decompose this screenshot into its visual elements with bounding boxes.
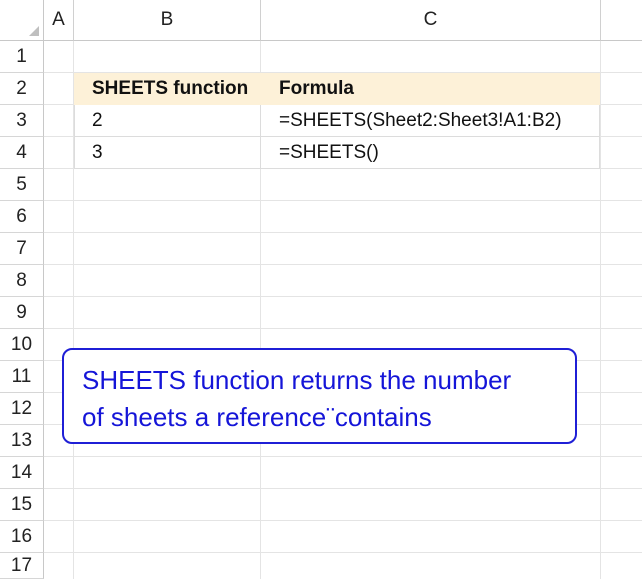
table-border	[599, 105, 600, 169]
row-header-2[interactable]: 2	[0, 73, 44, 105]
table-header-cell-c2[interactable]: Formula	[261, 73, 600, 105]
table-cell-b3[interactable]: 2	[74, 105, 261, 137]
table-border	[74, 105, 75, 169]
row-header-3[interactable]: 3	[0, 105, 44, 137]
row-header-17[interactable]: 17	[0, 553, 44, 579]
grid-line	[44, 264, 642, 265]
column-header-next[interactable]	[601, 0, 642, 41]
callout-line-2: of sheets a reference¨contains	[82, 402, 432, 432]
grid-line	[44, 232, 642, 233]
row-header-12[interactable]: 12	[0, 393, 44, 425]
row-header-13[interactable]: 13	[0, 425, 44, 457]
select-all-triangle-icon	[29, 26, 39, 36]
grid-line	[44, 552, 642, 553]
grid-line	[44, 520, 642, 521]
spreadsheet: A B C 1 2 3 4 5 6 7 8 9 10 11 12 13 14 1…	[0, 0, 642, 579]
table-header-cell-b2[interactable]: SHEETS function	[74, 73, 261, 105]
row-header-7[interactable]: 7	[0, 233, 44, 265]
column-header-c[interactable]: C	[261, 0, 601, 41]
column-header-a[interactable]: A	[44, 0, 74, 41]
row-header-16[interactable]: 16	[0, 521, 44, 553]
grid-line	[44, 328, 642, 329]
table-border	[260, 105, 261, 169]
grid-line	[44, 200, 642, 201]
row-header-5[interactable]: 5	[0, 169, 44, 201]
grid-line	[600, 41, 601, 579]
grid-line	[44, 296, 642, 297]
row-header-11[interactable]: 11	[0, 361, 44, 393]
row-header-9[interactable]: 9	[0, 297, 44, 329]
callout-textbox[interactable]: SHEETS function returns the number of sh…	[62, 348, 577, 444]
row-header-14[interactable]: 14	[0, 457, 44, 489]
row-header-10[interactable]: 10	[0, 329, 44, 361]
row-header-15[interactable]: 15	[0, 489, 44, 521]
row-header-4[interactable]: 4	[0, 137, 44, 169]
select-all-corner[interactable]	[0, 0, 44, 41]
grid-line	[44, 456, 642, 457]
table-cell-c4[interactable]: =SHEETS()	[261, 137, 600, 169]
column-header-b[interactable]: B	[74, 0, 261, 41]
table-cell-b4[interactable]: 3	[74, 137, 261, 169]
table-cell-c3[interactable]: =SHEETS(Sheet2:Sheet3!A1:B2)	[261, 105, 600, 137]
row-header-8[interactable]: 8	[0, 265, 44, 297]
row-header-1[interactable]: 1	[0, 41, 44, 73]
row-header-6[interactable]: 6	[0, 201, 44, 233]
callout-line-1: SHEETS function returns the number	[82, 365, 512, 395]
grid-line	[44, 488, 642, 489]
